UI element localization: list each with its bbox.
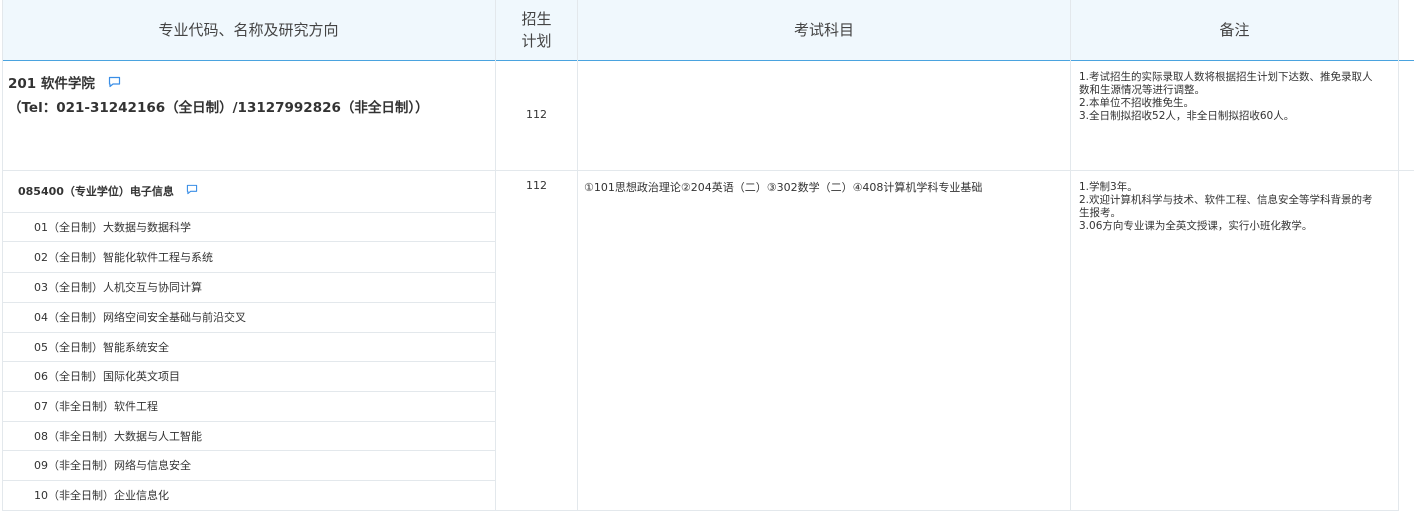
note-line: 3.全日制拟招收52人，非全日制拟招收60人。 [1079, 110, 1295, 122]
college-tel: （Tel：021-31242166（全日制）/13127992826（非全日制）… [8, 100, 429, 116]
direction-label: 04（全日制）网络空间安全基础与前沿交叉 [34, 311, 246, 324]
note-line: 3.06方向专业课为全英文授课，实行小班化教学。 [1079, 220, 1313, 232]
header-note: 备注 [1071, 0, 1398, 60]
comment-icon[interactable] [108, 74, 121, 94]
comment-icon[interactable] [186, 183, 198, 201]
header-plan-line2: 计划 [521, 32, 552, 50]
direction-row: 03（全日制）人机交互与协同计算 [2, 273, 495, 303]
direction-row: 02（全日制）智能化软件工程与系统 [2, 243, 495, 273]
major-plan: 112 [526, 179, 547, 192]
direction-row: 07（非全日制）软件工程 [2, 392, 495, 422]
direction-label: 07（非全日制）软件工程 [34, 400, 158, 413]
note-line: 生报考。 [1079, 207, 1121, 219]
header-note-label: 备注 [1219, 21, 1250, 39]
direction-row: 01（全日制）大数据与数据科学 [2, 213, 495, 242]
college-notes: 1.考试招生的实际录取人数将根据招生计划下达数、推免录取人 数和生源情况等进行调… [1079, 71, 1395, 123]
college-plan: 112 [526, 108, 547, 121]
exam-subjects: ①101思想政治理论②204英语（二）③302数学（二）④408计算机学科专业基… [584, 181, 983, 194]
major-cell: 085400（专业学位）电子信息 [18, 183, 488, 201]
header-major: 专业代码、名称及研究方向 [2, 0, 495, 60]
direction-row: 10（非全日制）企业信息化 [2, 481, 495, 510]
direction-label: 10（非全日制）企业信息化 [34, 489, 169, 502]
note-line: 数和生源情况等进行调整。 [1079, 84, 1205, 96]
col-divider [577, 0, 578, 511]
col-divider [495, 0, 496, 511]
table-bottom-border [2, 510, 1398, 511]
direction-row: 04（全日制）网络空间安全基础与前沿交叉 [2, 303, 495, 333]
note-line: 2.欢迎计算机科学与技术、软件工程、信息安全等学科背景的考 [1079, 194, 1373, 206]
direction-row: 06（全日制）国际化英文项目 [2, 362, 495, 392]
direction-row: 08（非全日制）大数据与人工智能 [2, 422, 495, 451]
header-exam-label: 考试科目 [793, 21, 854, 39]
direction-label: 08（非全日制）大数据与人工智能 [34, 430, 202, 443]
direction-row: 09（非全日制）网络与信息安全 [2, 451, 495, 481]
note-line: 2.本单位不招收推免生。 [1079, 97, 1195, 109]
direction-label: 02（全日制）智能化软件工程与系统 [34, 251, 213, 264]
col-divider [1070, 0, 1071, 511]
direction-label: 06（全日制）国际化英文项目 [34, 370, 180, 383]
direction-row: 05（全日制）智能系统安全 [2, 333, 495, 362]
row-divider [2, 170, 1414, 171]
header-bottom-border [2, 60, 1414, 61]
college-cell: 201 软件学院 （Tel：021-31242166（全日制）/13127992… [8, 74, 488, 118]
header-plan: 招生 计划 [496, 0, 577, 60]
direction-label: 09（非全日制）网络与信息安全 [34, 459, 191, 472]
col-divider [1398, 0, 1399, 511]
direction-label: 01（全日制）大数据与数据科学 [34, 221, 191, 234]
college-name: 201 软件学院 [8, 76, 95, 92]
major-name: 085400（专业学位）电子信息 [18, 185, 174, 198]
header-exam: 考试科目 [578, 0, 1070, 60]
direction-label: 05（全日制）智能系统安全 [34, 341, 169, 354]
note-line: 1.考试招生的实际录取人数将根据招生计划下达数、推免录取人 [1079, 71, 1373, 83]
header-plan-line1: 招生 [521, 10, 552, 28]
major-notes: 1.学制3年。 2.欢迎计算机科学与技术、软件工程、信息安全等学科背景的考 生报… [1079, 181, 1395, 233]
direction-label: 03（全日制）人机交互与协同计算 [34, 281, 202, 294]
header-major-label: 专业代码、名称及研究方向 [158, 21, 339, 39]
note-line: 1.学制3年。 [1079, 181, 1138, 193]
